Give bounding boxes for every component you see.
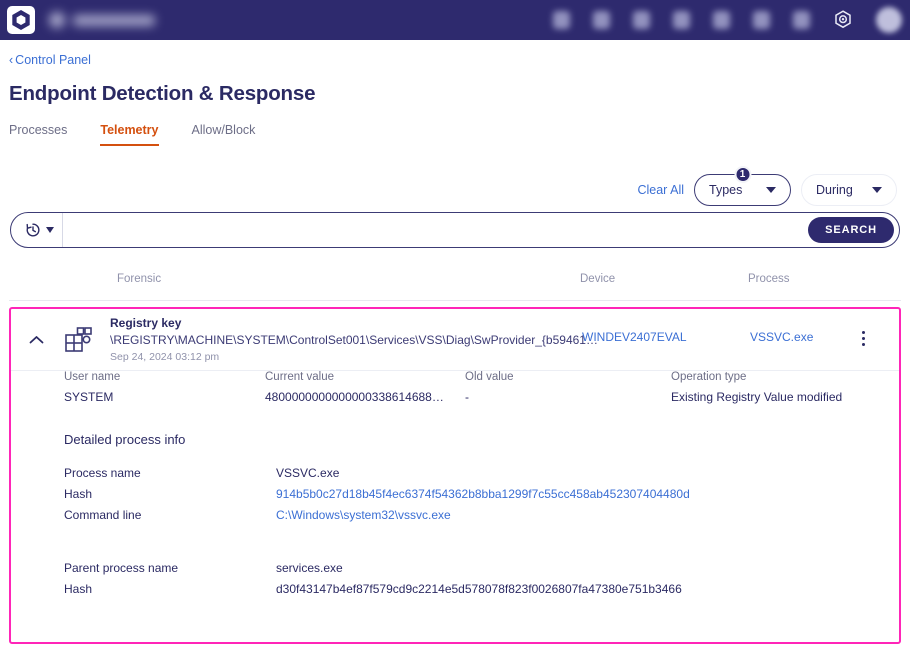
detail-operation-type-label: Operation type [671,371,747,383]
avatar[interactable] [876,7,902,33]
parent-process-name-value: services.exe [276,561,343,575]
process-info-group: Process name VSSVC.exe Hash 914b5b0c27d1… [64,466,864,529]
filter-bar: Clear All 1 Types During [9,166,901,212]
column-header-process: Process [748,273,790,285]
row-actions-menu-icon[interactable] [854,328,872,348]
detailed-process-info-heading: Detailed process info [64,432,186,447]
chevron-down-icon [872,187,882,193]
command-line-label: Command line [64,508,142,522]
detail-current-value: Current value 4800000000000000338614688… [265,371,444,404]
breadcrumb-label: Control Panel [15,53,91,67]
table-header: Forensic Device Process [9,265,901,301]
during-filter-dropdown[interactable]: During [801,174,897,206]
detail-old-value-value: - [465,390,469,404]
detail-current-value-value: 4800000000000000338614688… [265,390,444,404]
chevron-up-icon [29,336,43,344]
detail-old-value: Old value - [465,371,514,404]
parent-hash-label: Hash [64,582,93,596]
detail-user-name-label: User name [64,371,121,383]
brand-label-redacted [49,12,155,28]
page-title: Endpoint Detection & Response [9,82,316,105]
tab-bar: Processes Telemetry Allow/Block [9,123,901,146]
search-input[interactable] [63,213,809,247]
brand-mark [49,12,65,28]
collapse-row-button[interactable] [25,330,47,350]
row-detail-panel: User name SYSTEM Current value 480000000… [11,371,899,596]
command-line-value[interactable]: C:\Windows\system32\vssvc.exe [276,508,451,522]
chevron-down-icon [766,187,776,193]
detail-operation-type: Operation type Existing Registry Value m… [671,371,842,404]
hexagon-logo-icon [12,10,30,30]
search-icon[interactable] [553,11,570,29]
command-line-row: Command line C:\Windows\system32\vssvc.e… [64,508,864,522]
tab-allow-block[interactable]: Allow/Block [192,123,256,146]
clear-all-link[interactable]: Clear All [637,183,684,197]
during-filter-label: During [816,183,853,197]
page-body: ‹ Control Panel Endpoint Detection & Resp… [0,53,910,644]
grid-icon[interactable] [793,11,810,29]
process-name-row: Process name VSSVC.exe [64,466,864,480]
search-history-dropdown[interactable] [11,213,63,247]
forensic-title: Registry key [110,316,182,330]
process-name-value: VSSVC.exe [276,466,340,480]
kebab-dot [861,336,865,340]
parent-process-name-label: Parent process name [64,561,179,575]
devices-icon[interactable] [593,11,610,29]
lock-icon[interactable] [753,11,770,29]
process-link[interactable]: VSSVC.exe [750,330,813,344]
gear-icon[interactable] [833,10,853,30]
breadcrumb-chevron-icon: ‹ [9,53,14,67]
tab-telemetry[interactable]: Telemetry [100,123,159,146]
column-header-forensic: Forensic [117,273,162,285]
clock-history-icon [26,223,40,237]
tab-processes[interactable]: Processes [9,123,67,146]
registry-key-icon [64,326,92,359]
types-filter-dropdown[interactable]: 1 Types [694,166,791,206]
app-logo[interactable] [7,6,35,34]
process-hash-label: Hash [64,487,93,501]
shield-icon[interactable] [713,11,730,29]
process-hash-value[interactable]: 914b5b0c27d18b45f4ec6374f54362b8bba1299f… [276,487,690,501]
forensic-cell: Registry key \REGISTRY\MACHINE\SYSTEM\Co… [110,316,598,363]
parent-hash-value: d30f43147b4ef87f579cd9c2214e5d578078f823… [276,582,682,596]
header-icon-group [553,0,902,40]
row-summary[interactable]: Registry key \REGISTRY\MACHINE\SYSTEM\Co… [11,309,899,371]
chevron-down-icon [46,227,54,233]
detail-operation-type-value: Existing Registry Value modified [671,390,843,404]
detail-current-value-label: Current value [265,371,335,383]
search-bar: SEARCH [10,212,900,248]
breadcrumb[interactable]: ‹ Control Panel [9,53,901,67]
brand-text [73,14,155,26]
process-hash-row: Hash 914b5b0c27d18b45f4ec6374f54362b8bba… [64,487,864,501]
search-button[interactable]: SEARCH [808,217,894,243]
device-link[interactable]: WINDEV2407EVAL [582,330,687,344]
types-filter-badge: 1 [734,166,751,183]
parent-hash-row: Hash d30f43147b4ef87f579cd9c2214e5d57807… [64,582,864,596]
process-name-label: Process name [64,466,141,480]
types-filter-label: Types [709,183,743,197]
table-row: Registry key \REGISTRY\MACHINE\SYSTEM\Co… [9,307,901,644]
kebab-dot [861,342,865,346]
column-header-device: Device [580,273,616,285]
parent-process-name-row: Parent process name services.exe [64,561,864,575]
forensic-path: \REGISTRY\MACHINE\SYSTEM\ControlSet001\S… [110,333,598,347]
detail-user-name: User name SYSTEM [64,371,120,404]
detail-old-value-label: Old value [465,371,514,383]
cloud-icon[interactable] [673,11,690,29]
app-header [0,0,910,40]
kebab-dot [861,330,865,334]
detail-user-name-value: SYSTEM [64,390,114,404]
parent-process-info-group: Parent process name services.exe Hash d3… [64,561,864,603]
forensic-timestamp: Sep 24, 2024 03:12 pm [110,351,220,363]
user-icon[interactable] [633,11,650,29]
